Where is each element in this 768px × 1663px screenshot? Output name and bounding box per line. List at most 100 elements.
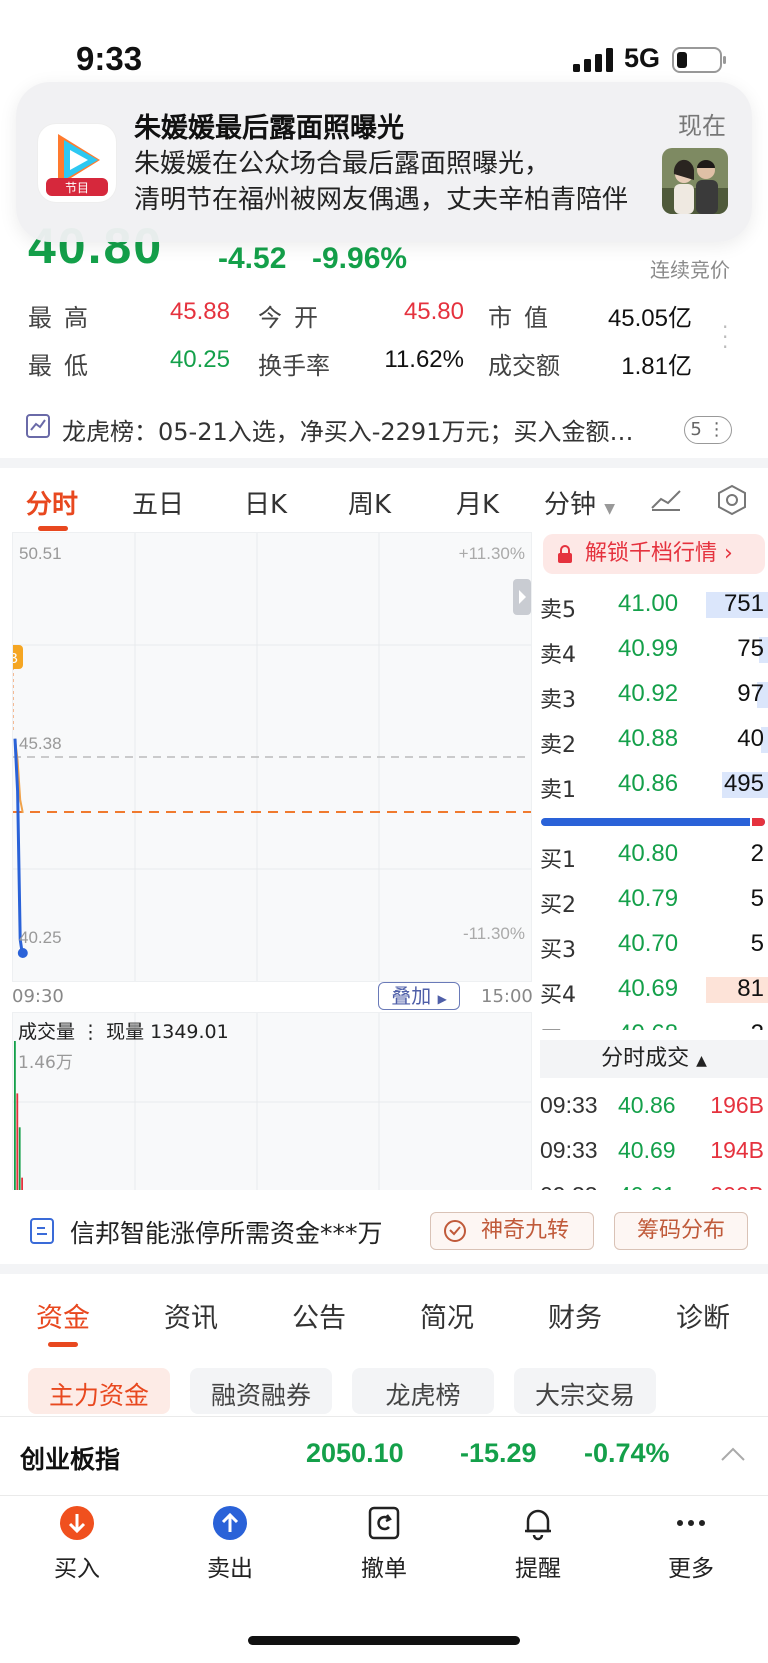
settings-hex-icon[interactable] xyxy=(716,484,748,516)
order-book-row[interactable]: 买2 40.79 5 xyxy=(540,881,768,921)
play-icon: ▶ xyxy=(437,992,447,1006)
y-label-mid: 45.38 xyxy=(19,734,62,753)
cancel-order-icon xyxy=(368,1506,400,1540)
overlay-label: 叠加 xyxy=(391,984,432,1008)
unlock-depth-button[interactable]: 解锁千档行情 › xyxy=(543,534,765,574)
limit-up-funds-text[interactable]: 信邦智能涨停所需资金***万 xyxy=(70,1214,383,1250)
order-level-label: 买1 xyxy=(540,848,576,873)
order-volume: 97 xyxy=(737,680,764,707)
notification-body: 朱媛媛在公众场合最后露面照曝光， 清明节在福州被网友偶遇，丈夫辛柏青陪伴 xyxy=(134,146,654,218)
nav-sell[interactable]: 卖出 xyxy=(175,1505,285,1585)
stat-label: 最低 xyxy=(28,352,100,380)
order-level-label: 买2 xyxy=(540,893,576,918)
tab-announcements[interactable]: 公告 xyxy=(292,1296,346,1335)
lock-icon xyxy=(558,545,572,563)
stat-label: 成交额 xyxy=(488,352,560,380)
tab-diagnosis[interactable]: 诊断 xyxy=(676,1296,730,1335)
volume-max-label: 1.46万 xyxy=(18,1053,73,1073)
y-label-low: 40.25 xyxy=(19,928,62,947)
order-volume: 81 xyxy=(737,975,764,1002)
tick-time: 09:33 xyxy=(540,1137,598,1163)
nav-buy[interactable]: 买入 xyxy=(22,1505,132,1585)
pct-label-high: +11.30% xyxy=(459,544,525,563)
dragon-tiger-summary[interactable]: 龙虎榜：05-21入选，净买入-2291万元；买入金额最大营业部 xyxy=(62,412,642,447)
chart-style-icon[interactable] xyxy=(650,488,682,512)
tab-funds[interactable]: 资金 xyxy=(36,1296,90,1335)
badge-count: 5 xyxy=(690,419,702,440)
chip-distribution-button[interactable]: 筹码分布 xyxy=(614,1212,748,1250)
stat-value: 1.81亿 xyxy=(621,353,692,380)
tencent-video-icon: 节目 xyxy=(38,124,116,202)
svg-text:节目: 节目 xyxy=(65,181,89,195)
signal-icon xyxy=(573,48,613,72)
network-type: 5G xyxy=(624,43,661,73)
order-book-row[interactable]: 卖2 40.88 40 xyxy=(540,721,768,761)
chip-dragon-tiger[interactable]: 龙虎榜 xyxy=(352,1368,494,1414)
order-book-row[interactable]: 卖3 40.92 97 xyxy=(540,676,768,716)
tab-weekly-k[interactable]: 周K xyxy=(348,484,391,521)
tab-daily-k[interactable]: 日K xyxy=(244,484,287,521)
order-price: 40.69 xyxy=(618,975,679,1002)
nav-more[interactable]: 更多 xyxy=(636,1505,746,1585)
more-stats-icon[interactable]: · · · xyxy=(722,317,732,357)
chip-block-trade[interactable]: 大宗交易 xyxy=(514,1368,656,1414)
status-time: 9:33 xyxy=(76,40,143,77)
battery-icon xyxy=(672,47,726,73)
order-book-row[interactable]: 买3 40.70 5 xyxy=(540,926,768,966)
stat-label: 市值 xyxy=(488,304,560,332)
chevron-up-icon[interactable] xyxy=(720,1446,746,1462)
order-book-row[interactable]: 卖1 40.86 495 xyxy=(540,766,768,806)
tick-time: 09:33 xyxy=(540,1092,598,1118)
order-level-label: 卖5 xyxy=(540,598,576,623)
section-divider xyxy=(0,1264,768,1274)
stat-label: 换手率 xyxy=(258,352,330,380)
order-level-label: 买4 xyxy=(540,983,576,1008)
order-book-row[interactable]: 买4 40.69 81 xyxy=(540,971,768,1011)
tab-financials[interactable]: 财务 xyxy=(548,1296,602,1335)
order-level-label: 卖4 xyxy=(540,643,576,668)
index-name: 创业板指 xyxy=(20,1445,121,1474)
tab-intraday[interactable]: 分时 xyxy=(26,484,78,521)
check-circle-icon xyxy=(444,1220,466,1242)
volume-title-label: 成交量 xyxy=(18,1021,76,1043)
order-book-row[interactable]: 卖4 40.99 75 xyxy=(540,631,768,671)
nav-sell-label: 卖出 xyxy=(207,1556,253,1582)
order-price: 40.70 xyxy=(618,930,679,957)
bid-ratio-segment xyxy=(749,818,765,826)
tick-list-header[interactable]: 分时成交 ▲ xyxy=(540,1040,768,1078)
tab-minute[interactable]: 分钟 ▼ xyxy=(544,484,615,521)
nav-buy-label: 买入 xyxy=(54,1556,100,1582)
tick-volume: 196B xyxy=(710,1092,764,1118)
nav-cancel-order[interactable]: 撤单 xyxy=(329,1505,439,1585)
stat-value: 45.80 xyxy=(403,298,464,325)
more-icon xyxy=(677,1520,705,1526)
nav-alert[interactable]: 提醒 xyxy=(483,1505,593,1585)
dragon-tiger-count-badge[interactable]: 5 ⋮ xyxy=(684,416,732,444)
order-volume: 495 xyxy=(723,770,764,797)
order-book-row[interactable]: 买1 40.80 2 xyxy=(540,836,768,876)
tick-price: 40.86 xyxy=(618,1092,676,1118)
notification-title: 朱媛媛最后露面照曝光 xyxy=(134,113,404,144)
tick-row: 09:33 40.86 196B xyxy=(540,1088,768,1128)
chip-main-funds[interactable]: 主力资金 xyxy=(28,1368,170,1414)
time-axis-start: 09:30 xyxy=(12,986,64,1007)
tab-monthly-k[interactable]: 月K xyxy=(456,484,499,521)
tab-five-day[interactable]: 五日 xyxy=(132,484,184,521)
order-book-row[interactable]: 卖5 41.00 751 xyxy=(540,586,768,626)
tab-profile[interactable]: 简况 xyxy=(420,1296,474,1335)
order-level-label: 买3 xyxy=(540,938,576,963)
index-change: -15.29 xyxy=(460,1438,537,1468)
chip-margin-trading[interactable]: 融资融券 xyxy=(190,1368,332,1414)
tab-news[interactable]: 资讯 xyxy=(164,1296,218,1335)
overlay-button[interactable]: 叠加 ▶ xyxy=(378,982,460,1010)
intraday-chart[interactable]: 50.51 +11.30% 45.38 40.25 -11.30% B xyxy=(3,532,532,982)
order-volume: 40 xyxy=(737,725,764,752)
volume-bar xyxy=(18,1127,21,1191)
order-price: 40.80 xyxy=(618,840,679,867)
push-notification[interactable]: 节目 朱媛媛最后露面照曝光 现在 朱媛媛在公众场合最后露面照曝光， 清明节在福州… xyxy=(16,82,752,242)
index-value: 2050.10 xyxy=(306,1438,404,1468)
sell-icon xyxy=(213,1506,247,1540)
order-price: 40.88 xyxy=(618,725,679,752)
home-indicator[interactable] xyxy=(248,1636,520,1645)
notification-thumbnail xyxy=(662,148,728,214)
